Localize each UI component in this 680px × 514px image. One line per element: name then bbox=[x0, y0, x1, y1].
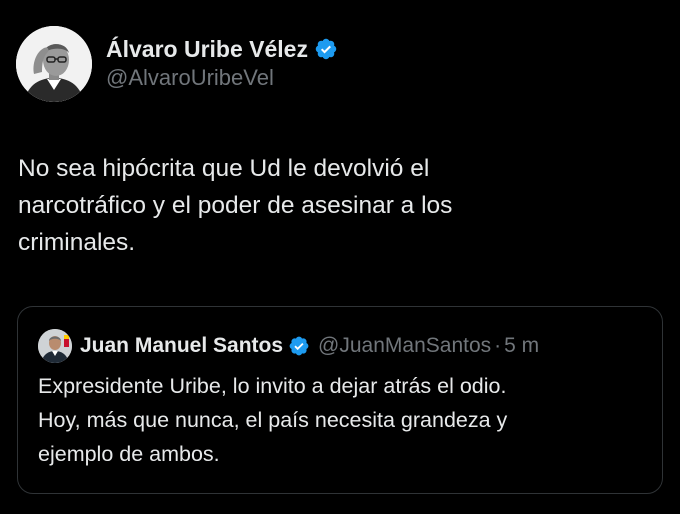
quoted-author-avatar[interactable] bbox=[38, 329, 72, 363]
quoted-verified-badge-icon[interactable] bbox=[288, 335, 310, 357]
quoted-tweet-text: Expresidente Uribe, lo invito a dejar at… bbox=[38, 374, 508, 466]
author-names: Álvaro Uribe Vélez @AlvaroUribeVel bbox=[106, 35, 338, 93]
quoted-author-handle[interactable]: @JuanManSantos bbox=[318, 334, 491, 358]
quoted-tweet[interactable]: Juan Manuel Santos @JuanManSantos · 5 m … bbox=[17, 306, 663, 494]
quoted-author-avatar-image bbox=[38, 329, 72, 363]
author-avatar[interactable] bbox=[16, 26, 92, 102]
author-name-row: Álvaro Uribe Vélez bbox=[106, 35, 338, 63]
quoted-tweet-header: Juan Manuel Santos @JuanManSantos · 5 m bbox=[38, 329, 539, 363]
author-display-name[interactable]: Álvaro Uribe Vélez bbox=[106, 35, 308, 63]
quoted-tweet-timestamp[interactable]: 5 m bbox=[504, 334, 539, 358]
quoted-author-display-name[interactable]: Juan Manuel Santos bbox=[80, 334, 283, 358]
time-separator: · bbox=[494, 334, 502, 357]
tweet: Álvaro Uribe Vélez @AlvaroUribeVel No se… bbox=[0, 0, 680, 514]
tweet-header: Álvaro Uribe Vélez @AlvaroUribeVel bbox=[16, 26, 338, 102]
author-avatar-image bbox=[16, 26, 92, 102]
author-handle[interactable]: @AlvaroUribeVel bbox=[106, 63, 338, 93]
tweet-text: No sea hipócrita que Ud le devolvió el n… bbox=[18, 155, 453, 256]
verified-badge-icon[interactable] bbox=[314, 37, 338, 61]
